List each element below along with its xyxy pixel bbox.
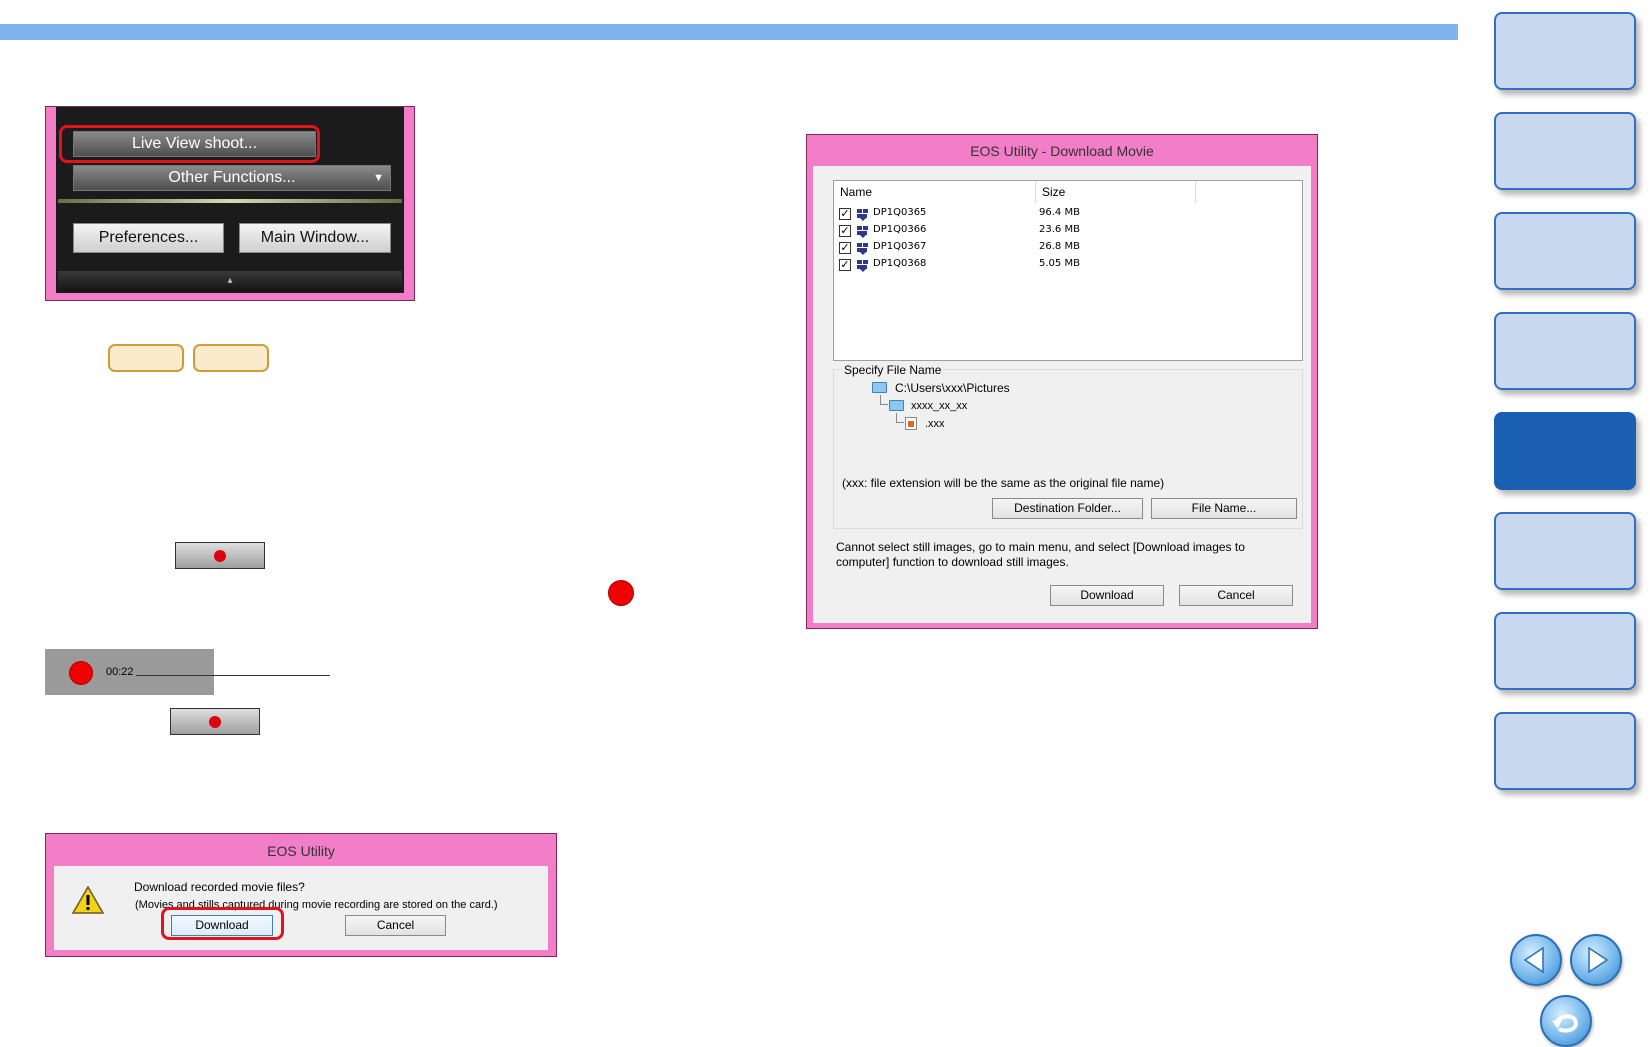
- info-text-line-2: computer] function to download still ima…: [836, 555, 1069, 569]
- cancel-button[interactable]: Cancel: [1179, 585, 1293, 606]
- info-text-line-1: Cannot select still images, go to main m…: [836, 540, 1245, 554]
- callout-line: [136, 675, 330, 676]
- nav-tab-2[interactable]: [1494, 112, 1636, 190]
- panel-collapse-handle[interactable]: ▴: [58, 271, 402, 291]
- nav-tab-1[interactable]: [1494, 12, 1636, 90]
- path-file: .xxx: [925, 418, 945, 430]
- folder-icon: [889, 400, 904, 411]
- return-icon: [1552, 1014, 1579, 1033]
- preferences-button[interactable]: Preferences...: [73, 223, 224, 253]
- record-dot-icon: [209, 716, 221, 728]
- file-name: DP1Q0367: [873, 241, 927, 252]
- file-name: DP1Q0368: [873, 258, 927, 269]
- movie-icon: [857, 209, 868, 221]
- key-button-1: [108, 344, 184, 372]
- header-bar: [0, 24, 1458, 40]
- path-root: C:\Users\xxx\Pictures: [895, 381, 1010, 395]
- nav-tab-8[interactable]: [1494, 712, 1636, 790]
- record-dot-icon: [214, 550, 226, 562]
- cancel-button[interactable]: Cancel: [345, 915, 446, 936]
- column-header-size[interactable]: Size: [1036, 181, 1196, 203]
- nav-tab-7[interactable]: [1494, 612, 1636, 690]
- file-size: 5.05 MB: [1039, 258, 1080, 269]
- arrow-right-icon: [1588, 946, 1609, 974]
- download-confirm-dialog: EOS Utility Download recorded movie file…: [45, 833, 557, 957]
- destination-folder-button[interactable]: Destination Folder...: [992, 498, 1143, 519]
- dialog-title: EOS Utility: [267, 843, 335, 859]
- dialog-title: EOS Utility - Download Movie: [970, 143, 1154, 159]
- highlight-ring: [161, 907, 284, 940]
- extension-note: (xxx: file extension will be the same as…: [842, 476, 1165, 490]
- stop-record-button[interactable]: [170, 708, 260, 735]
- file-checkbox[interactable]: ✓: [839, 259, 851, 271]
- nav-tab-3[interactable]: [1494, 212, 1636, 290]
- dialog-body: Download recorded movie files? (Movies a…: [54, 866, 548, 950]
- divider: [58, 199, 402, 203]
- movie-icon: [857, 243, 868, 255]
- movie-icon: [857, 260, 868, 272]
- file-list[interactable]: Name Size ✓ DP1Q0365 96.4 MB ✓ DP1Q0366 …: [833, 180, 1303, 361]
- dialog-body: Name Size ✓ DP1Q0365 96.4 MB ✓ DP1Q0366 …: [813, 166, 1311, 623]
- eos-utility-panel: Live View shoot... Other Functions... ▼ …: [45, 106, 415, 301]
- file-checkbox[interactable]: ✓: [839, 208, 851, 220]
- nav-tab-4[interactable]: [1494, 312, 1636, 390]
- movie-icon: [857, 226, 868, 238]
- download-movie-dialog: EOS Utility - Download Movie Name Size ✓…: [806, 134, 1318, 629]
- file-size: 26.8 MB: [1039, 241, 1080, 252]
- file-name: DP1Q0366: [873, 224, 927, 235]
- key-button-2: [193, 344, 269, 372]
- path-folder: xxxx_xx_xx: [911, 400, 968, 412]
- tree-connector: [880, 395, 888, 405]
- previous-page-button[interactable]: [1510, 934, 1562, 986]
- arrow-left-icon: [1523, 946, 1544, 974]
- other-functions-label: Other Functions...: [168, 169, 296, 186]
- file-name: DP1Q0365: [873, 207, 927, 218]
- file-checkbox[interactable]: ✓: [839, 242, 851, 254]
- chevron-down-icon: ▼: [373, 172, 384, 184]
- nav-tab-5-active[interactable]: [1494, 412, 1636, 490]
- dialog-message: Download recorded movie files?: [134, 880, 305, 894]
- recording-dot-icon: [69, 661, 93, 685]
- group-label: Specify File Name: [842, 363, 944, 377]
- file-size: 96.4 MB: [1039, 207, 1080, 218]
- highlight-ring: [59, 125, 320, 163]
- list-item[interactable]: ✓ DP1Q0367 26.8 MB: [834, 240, 1302, 257]
- list-item[interactable]: ✓ DP1Q0365 96.4 MB: [834, 206, 1302, 223]
- download-button[interactable]: Download: [1050, 585, 1164, 606]
- return-button[interactable]: [1540, 995, 1592, 1047]
- other-functions-button[interactable]: Other Functions... ▼: [73, 165, 391, 191]
- list-item[interactable]: ✓ DP1Q0366 23.6 MB: [834, 223, 1302, 240]
- folder-icon: [872, 382, 887, 393]
- tree-connector: [896, 413, 904, 423]
- file-name-button[interactable]: File Name...: [1151, 498, 1297, 519]
- recording-time: 00:22: [106, 666, 134, 678]
- file-icon: [905, 417, 917, 430]
- next-page-button[interactable]: [1570, 934, 1622, 986]
- column-header-name[interactable]: Name: [834, 181, 1036, 203]
- recording-indicator-icon: [608, 580, 634, 606]
- nav-tab-6[interactable]: [1494, 512, 1636, 590]
- warning-icon: [72, 886, 104, 914]
- movie-status-bar: 00:22: [45, 649, 214, 695]
- file-checkbox[interactable]: ✓: [839, 225, 851, 237]
- panel-body: Live View shoot... Other Functions... ▼ …: [56, 107, 404, 293]
- list-item[interactable]: ✓ DP1Q0368 5.05 MB: [834, 257, 1302, 274]
- record-button[interactable]: [175, 542, 265, 569]
- main-window-button[interactable]: Main Window...: [239, 223, 391, 253]
- specify-file-name-group: Specify File Name C:\Users\xxx\Pictures …: [833, 363, 1303, 529]
- handle-icon: ▴: [227, 275, 233, 286]
- file-size: 23.6 MB: [1039, 224, 1080, 235]
